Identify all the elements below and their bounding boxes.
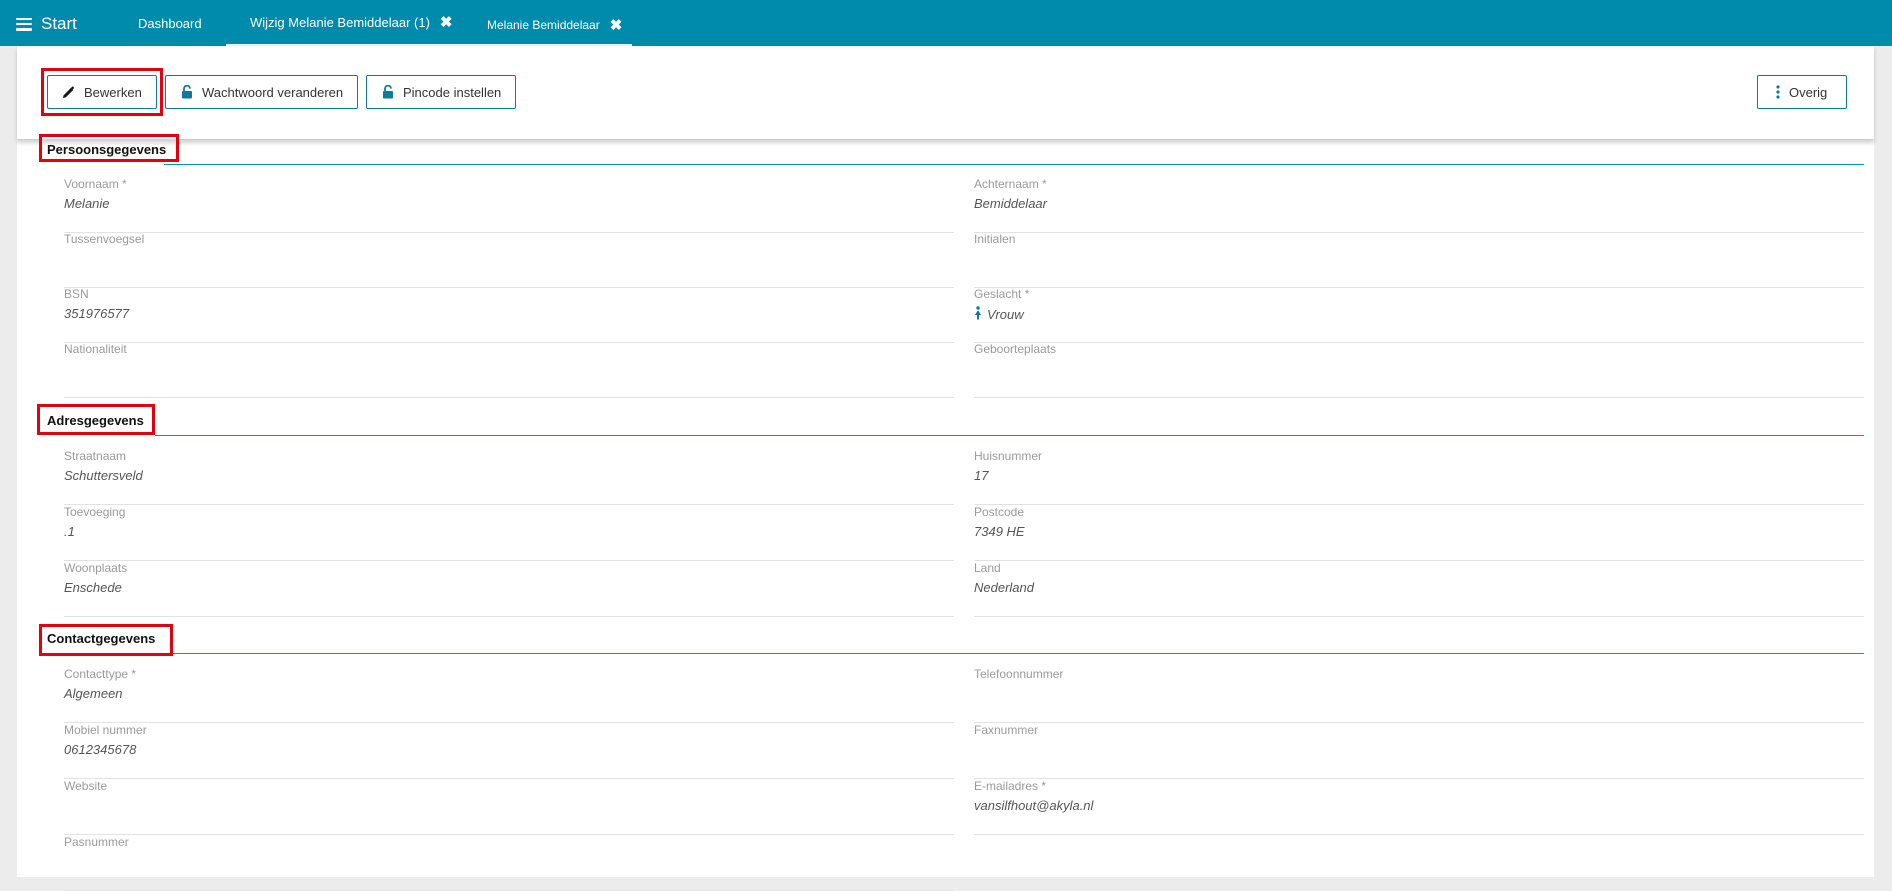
field-telefoonnummer: Telefoonnummer [974, 667, 1864, 723]
field-geslacht: Geslacht * Vrouw [974, 287, 1864, 343]
section-title-contact: Contactgegevens [47, 631, 156, 646]
change-password-label: Wachtwoord veranderen [202, 84, 344, 100]
field-postcode: Postcode 7349 HE [974, 505, 1864, 561]
field-value: Schuttersveld [64, 468, 143, 483]
section-title-address: Adresgegevens [47, 413, 144, 428]
field-pasnummer: Pasnummer [64, 835, 954, 891]
set-pincode-label: Pincode instellen [403, 84, 502, 100]
tab-label: Melanie Bemiddelaar [487, 18, 600, 32]
field-mobiel-nummer: Mobiel nummer 0612345678 [64, 723, 954, 779]
tab-melanie-bemiddelaar[interactable]: Melanie Bemiddelaar ✖ [474, 6, 632, 46]
field-huisnummer: Huisnummer 17 [974, 449, 1864, 505]
field-label: Huisnummer [974, 449, 1043, 463]
field-label: Toevoeging [64, 505, 126, 519]
edit-label: Bewerken [84, 84, 142, 100]
gender-value: Vrouw [987, 307, 1024, 322]
field-contacttype: Contacttype * Algemeen [64, 667, 954, 723]
tab-dashboard[interactable]: Dashboard [138, 0, 202, 46]
unlock-icon [382, 85, 394, 99]
field-label: Pasnummer [64, 835, 129, 849]
hamburger-icon [16, 17, 32, 31]
section-divider [155, 435, 1864, 436]
field-value: 7349 HE [974, 524, 1025, 539]
field-label: E-mailadres * [974, 779, 1047, 793]
field-label: Website [64, 779, 108, 793]
field-label: Geboorteplaats [974, 342, 1057, 356]
field-faxnummer: Faxnummer [974, 723, 1864, 779]
more-options-label: Overig [1789, 84, 1828, 100]
field-voornaam: Voornaam * Melanie [64, 177, 954, 233]
section-title-personal: Persoonsgegevens [47, 142, 167, 157]
field-label: Postcode [974, 505, 1025, 519]
section-divider [164, 164, 1864, 165]
field-label: Faxnummer [974, 723, 1039, 737]
field-label: Straatnaam [64, 449, 127, 463]
field-land: Land Nederland [974, 561, 1864, 617]
field-value: Bemiddelaar [974, 196, 1047, 211]
field-label: Nationaliteit [64, 342, 127, 356]
top-navigation-bar: Start Dashboard Wijzig Melanie Bemiddela… [0, 0, 1892, 46]
change-password-button[interactable]: Wachtwoord veranderen [165, 75, 358, 109]
set-pincode-button[interactable]: Pincode instellen [366, 75, 516, 109]
field-email: E-mailadres * vansilfhout@akyla.nl [974, 779, 1864, 835]
field-label: Tussenvoegsel [64, 232, 145, 246]
field-initialen: Initialen [974, 232, 1864, 288]
unlock-icon [181, 85, 193, 99]
field-label: Achternaam * [974, 177, 1047, 191]
close-icon[interactable]: ✖ [610, 18, 623, 33]
field-value: 0612345678 [64, 742, 137, 757]
field-bsn: BSN 351976577 [64, 287, 954, 343]
field-achternaam: Achternaam * Bemiddelaar [974, 177, 1864, 233]
field-label: Geslacht * [974, 287, 1030, 301]
start-label: Start [41, 14, 77, 33]
female-icon [974, 306, 982, 323]
field-website: Website [64, 779, 954, 835]
field-label: Contacttype * [64, 667, 137, 681]
field-label: Land [974, 561, 1001, 575]
field-tussenvoegsel: Tussenvoegsel [64, 232, 954, 288]
field-value: Algemeen [64, 686, 123, 701]
field-label: Telefoonnummer [974, 667, 1064, 681]
field-label: Mobiel nummer [64, 723, 147, 737]
tab-wijzig-melanie[interactable]: Wijzig Melanie Bemiddelaar (1) ✖ [226, 0, 474, 46]
action-toolbar: Bewerken Wachtwoord veranderen Pincode i… [17, 46, 1874, 140]
field-label: Woonplaats [64, 561, 128, 575]
close-icon[interactable]: ✖ [440, 15, 453, 30]
field-label: Initialen [974, 232, 1016, 246]
field-value: .1 [64, 524, 75, 539]
field-straatnaam: Straatnaam Schuttersveld [64, 449, 954, 505]
section-divider [173, 653, 1864, 654]
field-value: vansilfhout@akyla.nl [974, 798, 1094, 813]
field-value: Vrouw [974, 306, 1024, 323]
field-value: Nederland [974, 580, 1034, 595]
edit-button[interactable]: Bewerken [47, 75, 157, 109]
detail-panel: Bewerken Wachtwoord veranderen Pincode i… [17, 46, 1874, 891]
field-woonplaats: Woonplaats Enschede [64, 561, 954, 617]
field-value: Enschede [64, 580, 122, 595]
field-label: Voornaam * [64, 177, 127, 191]
tab-label: Wijzig Melanie Bemiddelaar (1) [250, 14, 430, 30]
field-value: 351976577 [64, 306, 130, 321]
field-geboorteplaats: Geboorteplaats [974, 342, 1864, 398]
more-options-button[interactable]: Overig [1757, 75, 1847, 109]
pencil-icon [62, 85, 75, 99]
tab-label: Dashboard [138, 15, 202, 31]
field-value: Melanie [64, 196, 110, 211]
field-label: BSN [64, 287, 89, 301]
start-menu-button[interactable]: Start [16, 13, 77, 35]
field-nationaliteit: Nationaliteit [64, 342, 954, 398]
vertical-dots-icon [1776, 85, 1780, 99]
field-value: 17 [974, 468, 989, 483]
field-toevoeging: Toevoeging .1 [64, 505, 954, 561]
